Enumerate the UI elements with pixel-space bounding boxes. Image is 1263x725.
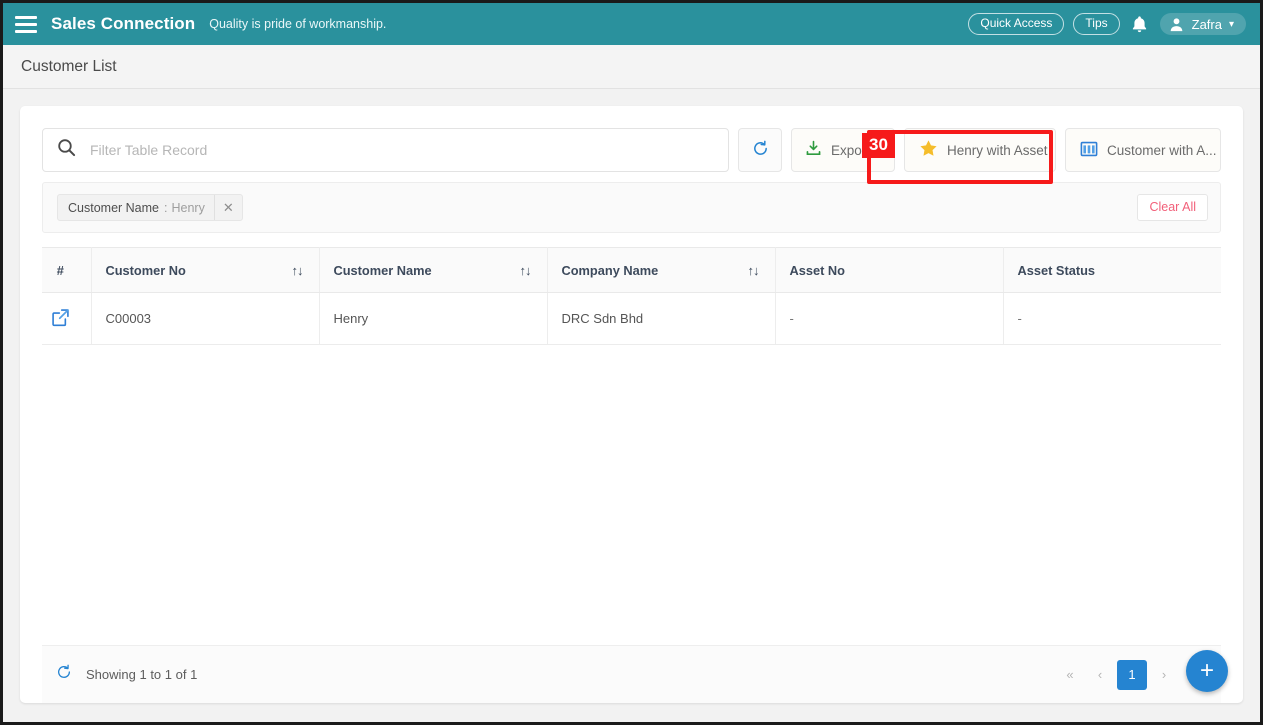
table-footer: Showing 1 to 1 of 1 « ‹ 1 › » <box>42 645 1221 703</box>
cell-customer-name: Henry <box>319 292 548 345</box>
user-account-menu[interactable]: Zafra ▾ <box>1159 13 1246 35</box>
refresh-icon <box>752 140 769 160</box>
pagination-page-1[interactable]: 1 <box>1117 659 1147 690</box>
hamburger-menu-icon[interactable] <box>15 15 37 33</box>
add-customer-fab[interactable]: + <box>1186 650 1228 692</box>
cell-asset-no: - <box>775 292 1004 345</box>
sort-icon[interactable]: ↑↓ <box>748 263 763 278</box>
annotation-step-badge: 30 <box>862 133 895 159</box>
plus-icon: + <box>1199 657 1214 684</box>
notification-bell-icon[interactable] <box>1129 12 1151 36</box>
table-header-row: # Customer No ↑↓ Customer Name ↑↓ Compan… <box>42 247 1221 293</box>
henry-with-asset-label: Henry with Asset <box>947 142 1048 158</box>
pagination-summary: Showing 1 to 1 of 1 <box>86 667 198 682</box>
column-header-customer-name-label: Customer Name <box>333 263 432 278</box>
search-input[interactable] <box>76 142 728 158</box>
star-icon <box>919 139 938 161</box>
quick-access-button[interactable]: Quick Access <box>968 12 1065 36</box>
download-icon <box>805 140 822 160</box>
app-window: Sales Connection Quality is pride of wor… <box>0 0 1263 725</box>
customer-table-container: # Customer No ↑↓ Customer Name ↑↓ Compan… <box>42 247 1221 345</box>
customer-with-asset-button[interactable]: Customer with A... <box>1065 128 1221 172</box>
tips-button[interactable]: Tips <box>1073 12 1120 36</box>
pagination-next-button[interactable]: › <box>1151 662 1177 688</box>
customer-list-card: Export Henry with Asset <box>20 106 1243 703</box>
pagination-prev-button[interactable]: ‹ <box>1087 662 1113 688</box>
refresh-table-button[interactable] <box>738 128 782 172</box>
card-body: Export Henry with Asset <box>20 106 1243 645</box>
app-brand-title: Sales Connection <box>51 14 196 33</box>
search-box[interactable] <box>42 128 729 172</box>
column-header-asset-no: Asset No <box>775 247 1004 293</box>
page-title-bar: Customer List <box>3 45 1260 89</box>
table-body: C00003 Henry DRC Sdn Bhd - - <box>42 292 1221 345</box>
column-header-customer-name[interactable]: Customer Name ↑↓ <box>319 247 548 293</box>
table-toolbar: Export Henry with Asset <box>42 128 1221 172</box>
app-tagline: Quality is pride of workmanship. <box>209 17 387 31</box>
sort-icon[interactable]: ↑↓ <box>292 263 307 278</box>
active-filters-bar: Customer Name : Henry ✕ Clear All <box>42 182 1221 233</box>
filter-chip-customer-name: Customer Name : Henry ✕ <box>57 194 243 221</box>
filter-chip-label: Customer Name <box>68 200 159 215</box>
top-navigation-bar: Sales Connection Quality is pride of wor… <box>3 3 1260 45</box>
column-header-customer-no[interactable]: Customer No ↑↓ <box>91 247 320 293</box>
column-header-index: # <box>42 247 92 293</box>
column-header-company-name[interactable]: Company Name ↑↓ <box>547 247 776 293</box>
cell-customer-no: C00003 <box>91 292 320 345</box>
pagination-controls: « ‹ 1 › » <box>1057 659 1207 690</box>
table-header: # Customer No ↑↓ Customer Name ↑↓ Compan… <box>42 247 1221 293</box>
chevron-down-icon: ▾ <box>1228 18 1234 30</box>
column-header-company-name-label: Company Name <box>561 263 659 278</box>
clear-all-filters-button[interactable]: Clear All <box>1137 194 1208 221</box>
filter-chip-separator: : <box>164 200 168 215</box>
close-icon[interactable]: ✕ <box>213 195 242 220</box>
customer-with-asset-label: Customer with A... <box>1107 142 1217 158</box>
column-header-asset-status-label: Asset Status <box>1017 263 1096 278</box>
column-header-customer-no-label: Customer No <box>105 263 186 278</box>
column-header-asset-status: Asset Status <box>1003 247 1221 293</box>
column-header-asset-no-label: Asset No <box>789 263 845 278</box>
henry-with-asset-button[interactable]: Henry with Asset <box>904 128 1056 172</box>
customer-table: # Customer No ↑↓ Customer Name ↑↓ Compan… <box>42 247 1221 345</box>
footer-refresh-icon[interactable] <box>56 664 72 685</box>
page-content: Export Henry with Asset <box>6 92 1257 719</box>
pagination-first-button[interactable]: « <box>1057 662 1083 688</box>
top-nav-actions: Quick Access Tips Zafra ▾ <box>968 12 1246 36</box>
filter-chip-value: Henry <box>171 200 205 215</box>
open-in-new-icon[interactable] <box>51 308 70 327</box>
user-name-label: Zafra <box>1191 16 1222 32</box>
cell-company-name: DRC Sdn Bhd <box>547 292 776 345</box>
row-open-cell <box>42 292 92 345</box>
user-avatar-icon <box>1169 16 1185 32</box>
columns-icon <box>1080 140 1098 161</box>
search-icon <box>57 138 76 162</box>
page-title: Customer List <box>21 57 117 75</box>
sort-icon[interactable]: ↑↓ <box>520 263 535 278</box>
table-row: C00003 Henry DRC Sdn Bhd - - <box>42 292 1221 345</box>
column-header-index-label: # <box>56 263 64 278</box>
cell-asset-status: - <box>1003 292 1221 345</box>
